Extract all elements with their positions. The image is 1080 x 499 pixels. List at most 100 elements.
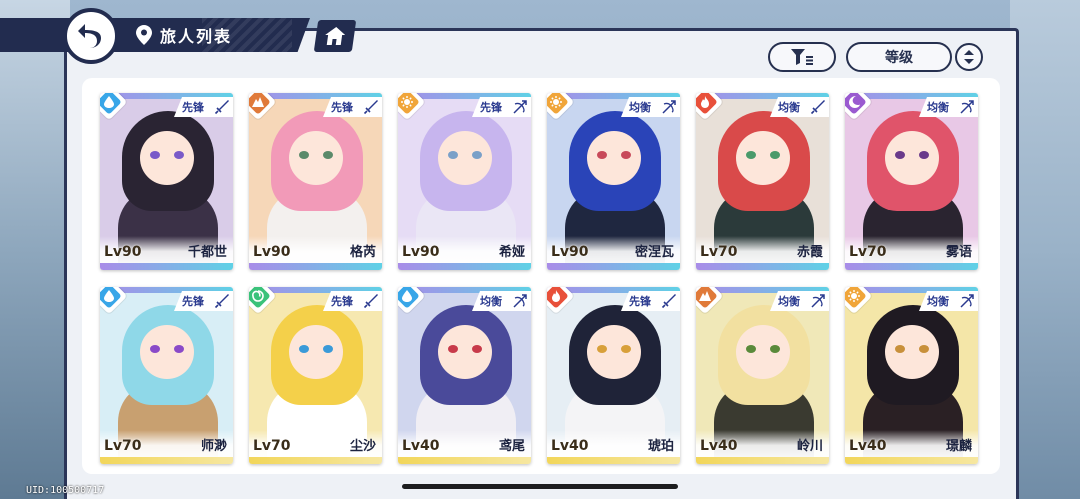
light-icon <box>398 93 418 113</box>
character-card[interactable]: 均衡 Lv70 赤霞 <box>696 93 829 270</box>
background-right <box>1010 0 1080 499</box>
sword-icon <box>214 99 230 115</box>
role-label: 均衡 <box>927 295 949 308</box>
character-card[interactable]: 均衡 Lv70 雾语 <box>845 93 978 270</box>
rarity-strip-bottom <box>845 457 978 464</box>
character-name: 希娅 <box>498 245 525 260</box>
bow-icon <box>661 99 677 115</box>
background-left <box>0 0 70 499</box>
sort-by-button[interactable]: 等级 <box>846 42 952 72</box>
character-level: Lv90 <box>551 244 589 260</box>
rock-icon <box>249 93 269 113</box>
character-name: 尘沙 <box>349 439 376 454</box>
water-icon <box>398 287 418 307</box>
character-card[interactable]: 先锋 Lv70 尘沙 <box>249 287 382 464</box>
home-indicator-bar[interactable] <box>402 484 678 489</box>
character-name: 师渺 <box>200 439 227 454</box>
character-card[interactable]: 均衡 Lv90 密涅瓦 <box>547 93 680 270</box>
rarity-strip-bottom <box>696 263 829 270</box>
bow-icon <box>959 293 975 309</box>
character-level: Lv40 <box>551 438 589 454</box>
character-name: 琥珀 <box>647 439 674 454</box>
role-label: 先锋 <box>182 101 204 114</box>
rarity-strip-bottom <box>100 457 233 464</box>
back-arrow-icon <box>78 24 101 48</box>
character-level: Lv40 <box>402 438 440 454</box>
moon-icon <box>845 93 865 113</box>
wind-icon <box>249 287 269 307</box>
character-name: 鸢尾 <box>498 439 525 454</box>
character-level: Lv40 <box>700 438 738 454</box>
character-card[interactable]: 先锋 Lv90 希娅 <box>398 93 531 270</box>
filter-button[interactable] <box>768 42 836 72</box>
light-icon <box>845 287 865 307</box>
character-card[interactable]: 均衡 Lv40 璟麟 <box>845 287 978 464</box>
sort-arrows-icon <box>964 50 974 64</box>
page-title: 旅人列表 <box>136 22 232 48</box>
character-level: Lv70 <box>104 438 142 454</box>
character-name: 密涅瓦 <box>634 245 674 260</box>
rarity-strip-bottom <box>249 263 382 270</box>
fire-icon <box>547 287 567 307</box>
character-level: Lv90 <box>253 244 291 260</box>
role-label: 均衡 <box>778 295 800 308</box>
character-name: 岭川 <box>796 439 823 454</box>
character-name: 雾语 <box>945 245 972 260</box>
role-label: 先锋 <box>629 295 651 308</box>
rarity-strip-bottom <box>845 263 978 270</box>
sword-icon <box>214 293 230 309</box>
water-icon <box>100 287 120 307</box>
sword-icon <box>363 293 379 309</box>
character-card[interactable]: 先锋 Lv90 格芮 <box>249 93 382 270</box>
role-label: 均衡 <box>480 295 502 308</box>
character-grid: 先锋 Lv90 千都世 先锋 Lv90 格芮 先锋 Lv90 希娅 均衡 Lv90 密涅瓦 均衡 Lv70… <box>100 93 984 465</box>
home-icon <box>325 27 346 45</box>
character-level: Lv70 <box>700 244 738 260</box>
rock-icon <box>696 287 716 307</box>
character-card[interactable]: 先锋 Lv40 琥珀 <box>547 287 680 464</box>
character-name: 赤霞 <box>796 245 823 260</box>
character-card[interactable]: 先锋 Lv90 千都世 <box>100 93 233 270</box>
role-label: 均衡 <box>629 101 651 114</box>
character-card[interactable]: 均衡 Lv40 鸢尾 <box>398 287 531 464</box>
character-level: Lv90 <box>402 244 440 260</box>
character-level: Lv70 <box>849 244 887 260</box>
water-icon <box>100 93 120 113</box>
rarity-strip-bottom <box>398 263 531 270</box>
character-level: Lv40 <box>849 438 887 454</box>
sword-icon <box>810 99 826 115</box>
character-name: 璟麟 <box>945 439 972 454</box>
location-pin-icon <box>136 25 152 45</box>
light-icon <box>547 93 567 113</box>
fire-icon <box>696 93 716 113</box>
user-id-label: UID:100500717 <box>26 485 105 496</box>
bow-icon <box>810 293 826 309</box>
filter-icon <box>791 49 813 65</box>
bow-icon <box>959 99 975 115</box>
rarity-strip-bottom <box>100 263 233 270</box>
role-label: 均衡 <box>927 101 949 114</box>
sort-order-toggle[interactable] <box>955 43 983 71</box>
character-card[interactable]: 均衡 Lv40 岭川 <box>696 287 829 464</box>
character-name: 千都世 <box>187 245 227 260</box>
character-card[interactable]: 先锋 Lv70 师渺 <box>100 287 233 464</box>
home-button[interactable] <box>313 20 357 52</box>
rarity-strip-bottom <box>249 457 382 464</box>
back-button[interactable] <box>63 8 119 64</box>
role-label: 先锋 <box>480 101 502 114</box>
rarity-strip-bottom <box>547 457 680 464</box>
role-label: 先锋 <box>182 295 204 308</box>
rarity-strip-bottom <box>696 457 829 464</box>
character-level: Lv90 <box>104 244 142 260</box>
character-name: 格芮 <box>349 245 376 260</box>
sort-by-label: 等级 <box>885 50 913 66</box>
role-label: 均衡 <box>778 101 800 114</box>
role-label: 先锋 <box>331 295 353 308</box>
sword-icon <box>661 293 677 309</box>
bow-icon <box>512 99 528 115</box>
character-level: Lv70 <box>253 438 291 454</box>
rarity-strip-bottom <box>398 457 531 464</box>
sword-icon <box>363 99 379 115</box>
rarity-strip-bottom <box>547 263 680 270</box>
bow-icon <box>512 293 528 309</box>
